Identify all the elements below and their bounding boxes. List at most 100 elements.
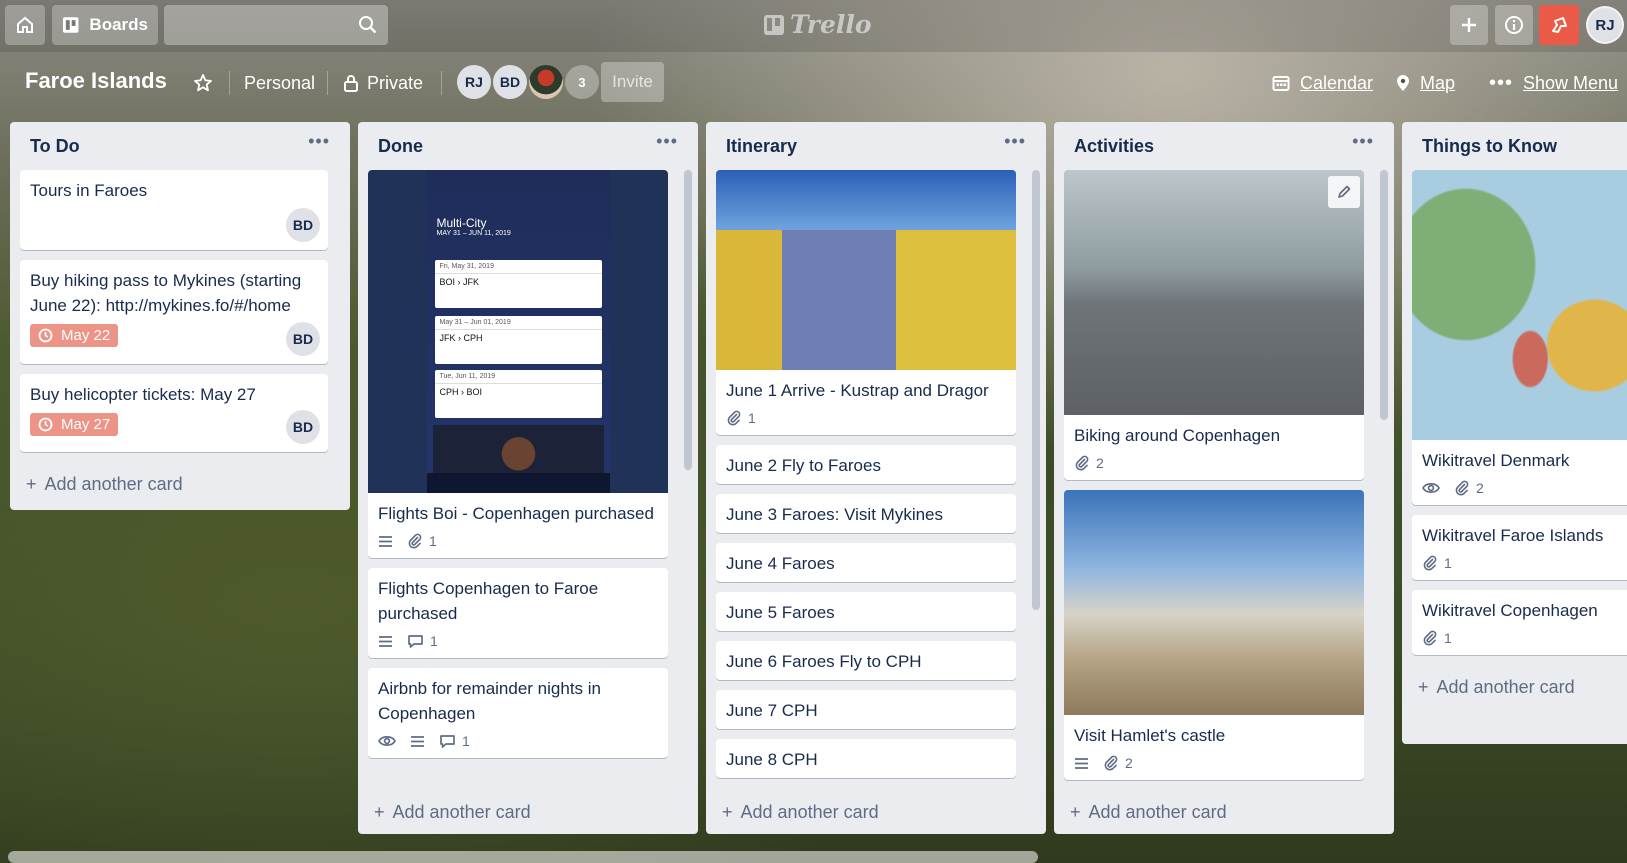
- attachment-icon: [727, 410, 741, 426]
- due-date-badge[interactable]: May 22: [30, 324, 119, 347]
- card[interactable]: June 7 CPH: [716, 690, 1016, 729]
- list-scrollbar[interactable]: [1380, 170, 1388, 420]
- board-members: RJ BD 3: [457, 65, 601, 99]
- attachment-icon: [1075, 455, 1089, 471]
- home-icon: [17, 16, 33, 33]
- edit-card-button[interactable]: [1328, 176, 1360, 208]
- card[interactable]: Buy hiking pass to Mykines (starting Jun…: [20, 260, 328, 364]
- notifications-button[interactable]: [1539, 5, 1579, 45]
- card-title: Wikitravel Denmark: [1422, 451, 1570, 470]
- star-button[interactable]: [193, 66, 213, 100]
- description-badge: [410, 735, 425, 748]
- visibility-button[interactable]: Private: [343, 66, 423, 100]
- attachment-count: 2: [1125, 755, 1133, 771]
- card[interactable]: Tours in Faroes BD: [20, 170, 328, 250]
- card[interactable]: Airbnb for remainder nights in Copenhage…: [368, 668, 668, 758]
- card[interactable]: Buy helicopter tickets: May 27 May 27 BD: [20, 374, 328, 452]
- list-menu-icon[interactable]: •••: [308, 132, 330, 150]
- card[interactable]: Wikitravel Faroe Islands 1: [1412, 515, 1627, 580]
- card[interactable]: Visit Hamlet's castle 2: [1064, 490, 1364, 780]
- invite-button[interactable]: Invite: [601, 62, 664, 102]
- list-to-do: To Do ••• Tours in Faroes BD Buy hiking …: [10, 122, 350, 510]
- list-title[interactable]: To Do: [30, 136, 80, 157]
- card[interactable]: Multi-City MAY 31 – JUN 11, 2019 Fri, Ma…: [368, 170, 668, 558]
- list-scrollbar[interactable]: [1032, 170, 1040, 610]
- list-menu-icon[interactable]: •••: [656, 132, 678, 150]
- trello-logo[interactable]: Trello: [764, 10, 872, 39]
- add-card-button[interactable]: + Add another card: [358, 790, 698, 834]
- calendar-button[interactable]: Calendar: [1272, 66, 1373, 100]
- attachment-badge: 2: [1074, 455, 1104, 471]
- map-button[interactable]: Map: [1396, 66, 1455, 100]
- watch-icon: [1422, 483, 1440, 493]
- card-title: June 7 CPH: [726, 701, 818, 720]
- list-menu-icon[interactable]: •••: [1004, 132, 1026, 150]
- card[interactable]: June 5 Faroes: [716, 592, 1016, 631]
- add-card-button[interactable]: + Add another card: [1054, 790, 1394, 834]
- card[interactable]: June 8 CPH: [716, 739, 1016, 778]
- comment-icon: [408, 634, 423, 648]
- list-title[interactable]: Activities: [1074, 136, 1154, 157]
- due-date-badge[interactable]: May 27: [30, 413, 119, 436]
- more-icon: •••: [1489, 72, 1514, 94]
- user-avatar[interactable]: RJ: [1586, 6, 1624, 44]
- card-title: Flights Boi - Copenhagen purchased: [378, 504, 654, 523]
- member-count[interactable]: 3: [565, 65, 599, 99]
- list-menu-icon[interactable]: •••: [1352, 132, 1374, 150]
- card[interactable]: June 4 Faroes: [716, 543, 1016, 582]
- card[interactable]: June 3 Faroes: Visit Mykines: [716, 494, 1016, 533]
- list-title[interactable]: Done: [378, 136, 423, 157]
- attachment-badge: 1: [726, 410, 756, 426]
- list-scrollbar[interactable]: [684, 170, 692, 470]
- header-divider: [441, 71, 442, 95]
- card[interactable]: Flights Copenhagen to Faroe purchased 1: [368, 568, 668, 658]
- card-title: June 1 Arrive - Kustrap and Dragor: [726, 381, 989, 400]
- list-title[interactable]: Things to Know: [1422, 136, 1557, 157]
- card-badges: 1: [368, 530, 668, 558]
- add-card-button[interactable]: + Add another card: [1402, 665, 1627, 709]
- card-badges: May 22: [20, 322, 328, 355]
- card-list: Tours in Faroes BD Buy hiking pass to My…: [10, 170, 350, 462]
- card[interactable]: June 6 Faroes Fly to CPH: [716, 641, 1016, 680]
- search-icon[interactable]: [358, 15, 377, 34]
- card-badges: May 27: [20, 411, 328, 444]
- top-header: Boards Trello RJ: [0, 0, 1627, 52]
- card[interactable]: June 2 Fly to Faroes: [716, 445, 1016, 484]
- home-button[interactable]: [5, 5, 45, 45]
- card[interactable]: Wikitravel Denmark 2: [1412, 170, 1627, 505]
- create-button[interactable]: [1450, 5, 1488, 45]
- add-card-button[interactable]: + Add another card: [706, 790, 1046, 834]
- list-itinerary: Itinerary ••• June 1 Arrive - Kustrap an…: [706, 122, 1046, 834]
- attachment-icon: [1423, 630, 1437, 646]
- trello-logo-icon: [764, 14, 784, 35]
- attachment-badge: 2: [1103, 755, 1133, 771]
- member-avatar[interactable]: RJ: [457, 65, 491, 99]
- header-divider: [327, 71, 328, 95]
- board-title[interactable]: Faroe Islands: [25, 68, 167, 94]
- card-list: Biking around Copenhagen 2 Visit Hamlet'…: [1054, 170, 1394, 790]
- map-pin-icon: [1397, 75, 1409, 91]
- attachment-count: 1: [1444, 555, 1452, 571]
- card[interactable]: Biking around Copenhagen 2: [1064, 170, 1364, 480]
- member-photo-avatar[interactable]: [529, 65, 563, 99]
- team-button[interactable]: Personal: [244, 66, 315, 100]
- add-card-button[interactable]: + Add another card: [10, 462, 350, 506]
- boards-icon: [62, 17, 79, 33]
- card-title: Biking around Copenhagen: [1074, 426, 1281, 445]
- card-list: Wikitravel Denmark 2 Wikitravel Faroe Is…: [1402, 170, 1627, 665]
- card[interactable]: June 1 Arrive - Kustrap and Dragor 1: [716, 170, 1016, 435]
- board-horizontal-scrollbar[interactable]: [8, 851, 1038, 863]
- card[interactable]: Wikitravel Copenhagen 1: [1412, 590, 1627, 655]
- card-member-avatar[interactable]: BD: [286, 410, 320, 444]
- card-member-avatar[interactable]: BD: [286, 322, 320, 356]
- search-input[interactable]: [164, 5, 388, 45]
- member-avatar[interactable]: BD: [493, 65, 527, 99]
- show-menu-button[interactable]: ••• Show Menu: [1489, 66, 1618, 100]
- list-title[interactable]: Itinerary: [726, 136, 797, 157]
- info-button[interactable]: [1495, 5, 1533, 45]
- description-badge: [378, 535, 393, 548]
- boards-button[interactable]: Boards: [52, 5, 158, 45]
- card-member-avatar[interactable]: BD: [286, 208, 320, 242]
- plus-icon: +: [374, 801, 385, 822]
- card-title: Flights Copenhagen to Faroe purchased: [378, 579, 599, 623]
